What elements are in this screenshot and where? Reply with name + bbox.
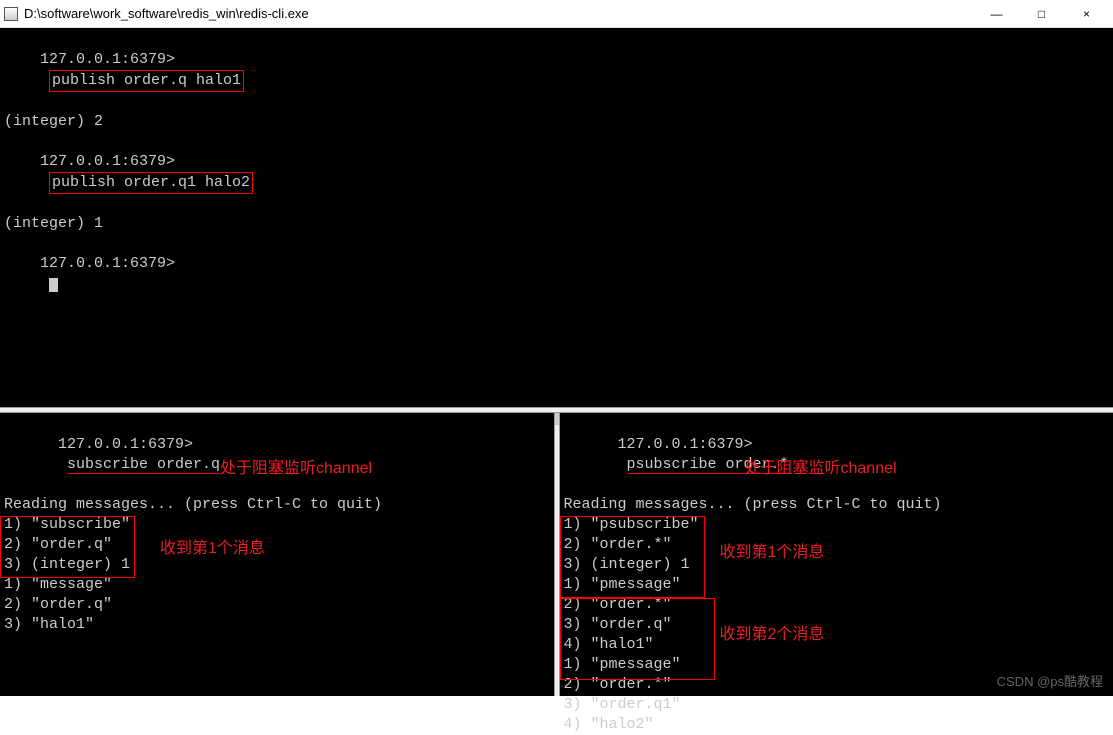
output-line: 4) "halo2"	[564, 715, 1110, 735]
output-line: 3) "halo1"	[4, 615, 550, 635]
command-2: publish order.q1 halo2	[49, 172, 253, 194]
minimize-button[interactable]: —	[974, 0, 1019, 28]
output-line: 1) "psubscribe"	[564, 515, 1110, 535]
maximize-button[interactable]: □	[1019, 0, 1064, 28]
prompt: 127.0.0.1:6379>	[58, 436, 193, 453]
annotation-msg1: 收到第1个消息	[720, 543, 825, 563]
window-titlebar: D:\software\work_software\redis_win\redi…	[0, 0, 1113, 28]
reading-msg: Reading messages... (press Ctrl-C to qui…	[564, 495, 1110, 515]
prompt: 127.0.0.1:6379>	[40, 51, 175, 68]
terminal-top[interactable]: 127.0.0.1:6379> publish order.q halo1 (i…	[0, 28, 1113, 407]
output-line: 3) (integer) 1	[564, 555, 1110, 575]
annotation-msg2: 收到第2个消息	[720, 625, 825, 645]
output-line: 2) "order.q"	[4, 535, 550, 555]
prompt: 127.0.0.1:6379>	[618, 436, 753, 453]
output-line: 1) "pmessage"	[564, 575, 1110, 595]
app-icon	[4, 7, 18, 21]
command-1: publish order.q halo1	[49, 70, 244, 92]
terminal-bottom-right[interactable]: 127.0.0.1:6379> psubscribe order.* Readi…	[560, 413, 1113, 696]
terminal-bottom-left[interactable]: 127.0.0.1:6379> subscribe order.q Readin…	[0, 413, 554, 696]
prompt: 127.0.0.1:6379>	[40, 153, 175, 170]
annotation-blocking: 处于阻塞监听channel	[745, 459, 897, 479]
output-line: 3) "order.q1"	[564, 695, 1110, 715]
reading-msg: Reading messages... (press Ctrl-C to qui…	[4, 495, 550, 515]
output-line: 2) "order.q"	[4, 595, 550, 615]
close-button[interactable]: ×	[1064, 0, 1109, 28]
scroll-thumb[interactable]	[555, 413, 559, 425]
window-title: D:\software\work_software\redis_win\redi…	[24, 6, 974, 21]
watermark: CSDN @ps酷教程	[997, 672, 1103, 692]
output-line: 2) "order.*"	[564, 535, 1110, 555]
output-line: 4) "halo1"	[564, 635, 1110, 655]
command-subscribe: subscribe order.q	[67, 456, 220, 474]
output-line: 2) "order.*"	[564, 595, 1110, 615]
output-line: 3) "order.q"	[564, 615, 1110, 635]
annotation-msg1: 收到第1个消息	[160, 539, 265, 559]
output-line: 1) "subscribe"	[4, 515, 550, 535]
cursor	[49, 278, 58, 292]
annotation-blocking: 处于阻塞监听channel	[220, 459, 372, 479]
prompt: 127.0.0.1:6379>	[40, 255, 175, 272]
result-1: (integer) 2	[4, 112, 1109, 132]
output-line: 1) "message"	[4, 575, 550, 595]
result-2: (integer) 1	[4, 214, 1109, 234]
output-line: 3) (integer) 1	[4, 555, 550, 575]
